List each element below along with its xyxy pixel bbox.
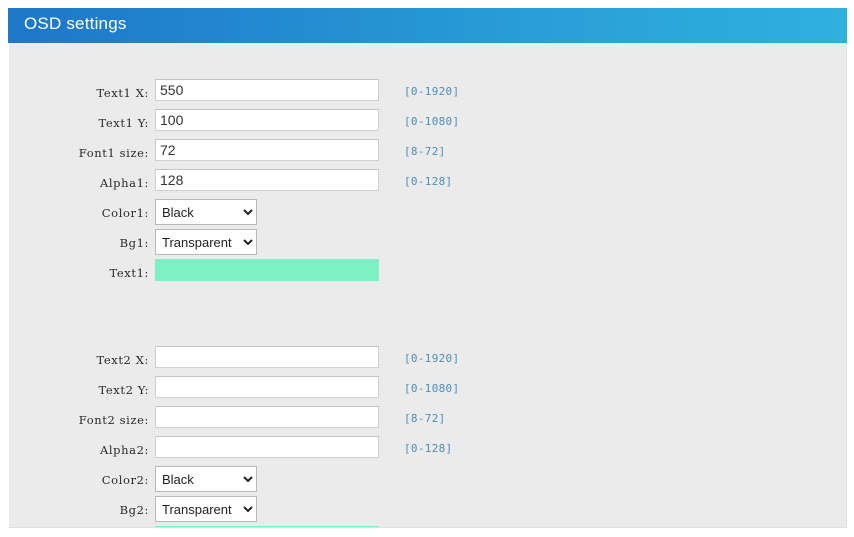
range-hint: [0-1920]	[404, 349, 459, 369]
form-row-text1-4: Alpha1: [0-128]	[9, 169, 846, 199]
form-row-text2-3: Font2 size: [8-72]	[9, 406, 846, 436]
input-text2y[interactable]	[155, 376, 379, 398]
row-field	[155, 376, 379, 398]
input-text2[interactable]	[155, 526, 379, 528]
form-row-text1-7: Text1:	[9, 259, 846, 289]
row-field	[155, 526, 379, 528]
row-field: TransparentBlackWhiteRedGreenBlue	[155, 496, 257, 522]
row-field	[155, 436, 379, 458]
form-row-text2-7: Text2:	[9, 526, 846, 528]
row-field	[155, 139, 379, 161]
row-field: BlackWhiteRedGreenBlueYellow	[155, 466, 257, 492]
range-hint: [0-1920]	[404, 82, 459, 102]
row-field	[155, 79, 379, 101]
page-titlebar: OSD settings	[8, 8, 847, 43]
range-hint: [0-1080]	[404, 112, 459, 132]
page-title: OSD settings	[24, 14, 127, 34]
row-field: BlackWhiteRedGreenBlueYellow	[155, 199, 257, 225]
input-font2size[interactable]	[155, 406, 379, 428]
row-label: Text1 X:	[9, 82, 149, 104]
input-font1size[interactable]	[155, 139, 379, 161]
row-field	[155, 406, 379, 428]
select-color2[interactable]: BlackWhiteRedGreenBlueYellow	[155, 466, 257, 492]
form-row-text2-4: Alpha2: [0-128]	[9, 436, 846, 466]
select-bg1[interactable]: TransparentBlackWhiteRedGreenBlue	[155, 229, 257, 255]
form-row-text1-1: Text1 X: [0-1920]	[9, 79, 846, 109]
form-row-text1-6: Bg1: TransparentBlackWhiteRedGreenBlue	[9, 229, 846, 259]
input-text1[interactable]	[155, 259, 379, 281]
range-hint: [0-1080]	[404, 379, 459, 399]
osd-settings-page: OSD settings Text1 X: [0-1920] Text1 Y: [0-…	[0, 0, 854, 537]
row-label: Color2:	[9, 469, 149, 491]
row-label: Font1 size:	[9, 142, 149, 164]
row-label: Bg2:	[9, 499, 149, 521]
row-label: Text1:	[9, 262, 149, 284]
range-hint: [8-72]	[404, 409, 446, 429]
input-text1x[interactable]	[155, 79, 379, 101]
range-hint: [8-72]	[404, 142, 446, 162]
row-label: Alpha1:	[9, 172, 149, 194]
form-row-text2-2: Text2 Y: [0-1080]	[9, 376, 846, 406]
form-row-text1-2: Text1 Y: [0-1080]	[9, 109, 846, 139]
row-field	[155, 109, 379, 131]
input-alpha2[interactable]	[155, 436, 379, 458]
settings-content-panel: Text1 X: [0-1920] Text1 Y: [0-1080] Font1 si…	[8, 43, 847, 528]
row-label: Font2 size:	[9, 409, 149, 431]
row-field	[155, 346, 379, 368]
select-bg2[interactable]: TransparentBlackWhiteRedGreenBlue	[155, 496, 257, 522]
row-field: TransparentBlackWhiteRedGreenBlue	[155, 229, 257, 255]
row-label: Text2 X:	[9, 349, 149, 371]
range-hint: [0-128]	[404, 439, 452, 459]
row-label: Text1 Y:	[9, 112, 149, 134]
form-row-text1-5: Color1: BlackWhiteRedGreenBlueYellow	[9, 199, 846, 229]
row-label: Alpha2:	[9, 439, 149, 461]
row-label: Bg1:	[9, 232, 149, 254]
row-field	[155, 259, 379, 281]
input-text2x[interactable]	[155, 346, 379, 368]
row-label: Text2 Y:	[9, 379, 149, 401]
form-row-text1-3: Font1 size: [8-72]	[9, 139, 846, 169]
row-label: Color1:	[9, 202, 149, 224]
form-row-text2-6: Bg2: TransparentBlackWhiteRedGreenBlue	[9, 496, 846, 526]
row-field	[155, 169, 379, 191]
input-text1y[interactable]	[155, 109, 379, 131]
form-row-text2-1: Text2 X: [0-1920]	[9, 346, 846, 376]
form-row-text2-5: Color2: BlackWhiteRedGreenBlueYellow	[9, 466, 846, 496]
range-hint: [0-128]	[404, 172, 452, 192]
select-color1[interactable]: BlackWhiteRedGreenBlueYellow	[155, 199, 257, 225]
input-alpha1[interactable]	[155, 169, 379, 191]
